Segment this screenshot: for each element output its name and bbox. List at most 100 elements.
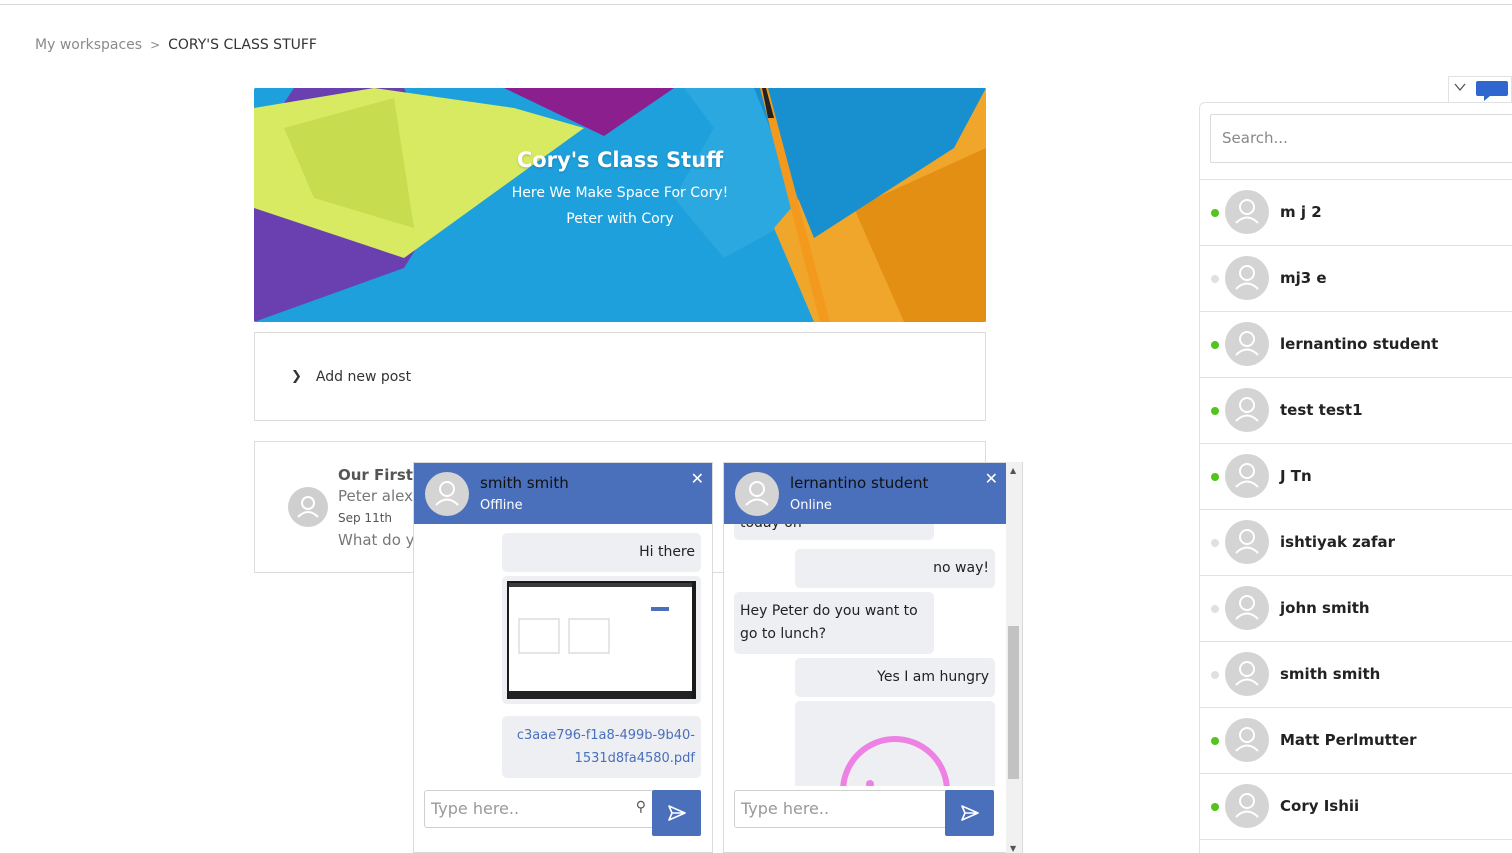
close-icon[interactable]: ✕ xyxy=(691,469,704,488)
search-placeholder: Search... xyxy=(1222,129,1288,147)
avatar xyxy=(288,487,328,527)
user-name: smith smith xyxy=(1280,665,1381,683)
user-list: m j 2 mj3 e lernantino student test test1 J … xyxy=(1200,179,1512,840)
post-date: Sep 11th xyxy=(338,511,393,525)
online-status-dot xyxy=(1211,209,1219,217)
chat-contact-name: lernantino student xyxy=(790,474,929,492)
send-icon xyxy=(667,805,686,821)
offline-status-dot xyxy=(1211,671,1219,679)
chat-message-input[interactable]: Type here.. ⚲ xyxy=(424,790,654,828)
breadcrumb-my-workspaces-link[interactable]: My workspaces xyxy=(35,37,142,53)
add-new-post-label: Add new post xyxy=(315,368,412,385)
user-list-item[interactable]: Matt Perlmutter xyxy=(1200,708,1512,774)
user-list-item[interactable]: m j 2 xyxy=(1200,180,1512,246)
workspace-title: Cory's Class Stuff xyxy=(516,148,724,172)
workspace-banner: Cory's Class Stuff Here We Make Space Fo… xyxy=(254,88,986,322)
online-status-dot xyxy=(1211,341,1219,349)
workspace-author-line: Peter with Cory xyxy=(566,211,674,227)
send-button[interactable] xyxy=(945,790,994,836)
avatar xyxy=(1225,256,1269,300)
breadcrumb: My workspaces > CORY'S CLASS STUFF xyxy=(35,37,317,53)
avatar xyxy=(735,472,779,516)
add-new-post-button[interactable]: ❯ Add new post xyxy=(254,332,986,421)
user-name: J Tn xyxy=(1280,467,1312,485)
search-input[interactable]: Search... xyxy=(1210,114,1512,163)
avatar xyxy=(1225,454,1269,498)
offline-status-dot xyxy=(1211,605,1219,613)
chat-message-line-1: Hey Peter do you want to xyxy=(740,603,918,619)
chat-message: Hi there xyxy=(502,533,701,572)
file-name-line-2: 1531d8fa4580.pdf xyxy=(574,751,695,766)
user-list-item[interactable]: john smith xyxy=(1200,576,1512,642)
chat-message-line-2: go to lunch? xyxy=(740,626,827,642)
chat-message: Hey Peter do you want to go to lunch? xyxy=(734,592,934,654)
avatar xyxy=(1225,322,1269,366)
scroll-down-icon[interactable]: ▼ xyxy=(1010,844,1016,853)
avatar xyxy=(1225,784,1269,828)
online-status-dot xyxy=(1211,803,1219,811)
chat-header: lernantino student Online ✕ xyxy=(724,463,1006,524)
post-author: Peter alex xyxy=(338,487,413,505)
chat-contact-name: smith smith xyxy=(480,474,569,492)
user-name: ishtiyak zafar xyxy=(1280,533,1396,551)
user-list-item[interactable]: lernantino student xyxy=(1200,312,1512,378)
scrollbar-thumb[interactable] xyxy=(1008,626,1019,779)
close-icon[interactable]: ✕ xyxy=(985,469,998,488)
chat-input-placeholder: Type here.. xyxy=(741,799,830,818)
user-list-item[interactable]: test test1 xyxy=(1200,378,1512,444)
image-attachment[interactable] xyxy=(502,576,701,704)
user-name: m j 2 xyxy=(1280,203,1322,221)
chat-window-smith-smith: smith smith Offline ✕ Hi there c3aae796-… xyxy=(413,462,713,853)
online-status-dot xyxy=(1211,407,1219,415)
user-name: test test1 xyxy=(1280,401,1363,419)
user-name: mj3 e xyxy=(1280,269,1327,287)
online-status-dot xyxy=(1211,737,1219,745)
tag-icon[interactable]: ⚲ xyxy=(636,799,646,815)
chat-message: today on xyxy=(734,524,934,540)
chat-input-placeholder: Type here.. xyxy=(431,799,520,818)
user-list-item[interactable]: mj3 e xyxy=(1200,246,1512,312)
user-name: Matt Perlmutter xyxy=(1280,731,1417,749)
chat-message: Yes I am hungry xyxy=(795,658,995,697)
avatar xyxy=(1225,652,1269,696)
user-name: Cory Ishii xyxy=(1280,797,1360,815)
contacts-panel: Search... m j 2 mj3 e lernantino student te… xyxy=(1199,102,1512,853)
online-status-dot xyxy=(1211,473,1219,481)
user-list-item[interactable]: J Tn xyxy=(1200,444,1512,510)
file-attachment-link[interactable]: c3aae796-f1a8-499b-9b40- 1531d8fa4580.pd… xyxy=(502,716,701,778)
file-name-line-1: c3aae796-f1a8-499b-9b40- xyxy=(516,728,695,743)
avatar xyxy=(1225,520,1269,564)
chat-window-lernantino-student: lernantino student Online ✕ today on no … xyxy=(723,462,1023,853)
user-list-item[interactable]: smith smith xyxy=(1200,642,1512,708)
chat-contact-status: Online xyxy=(790,498,832,513)
post-title: Our First I xyxy=(338,466,424,484)
avatar xyxy=(1225,388,1269,432)
banner-text: Cory's Class Stuff Here We Make Space Fo… xyxy=(254,88,986,322)
breadcrumb-separator: > xyxy=(150,38,161,52)
top-divider xyxy=(0,4,1512,5)
chat-messages[interactable]: Hi there c3aae796-f1a8-499b-9b40- 1531d8… xyxy=(414,524,712,786)
user-name: john smith xyxy=(1280,599,1370,617)
avatar xyxy=(1225,190,1269,234)
offline-status-dot xyxy=(1211,275,1219,283)
user-list-item[interactable]: ishtiyak zafar xyxy=(1200,510,1512,576)
send-icon xyxy=(960,805,979,821)
chat-panel-toggle[interactable] xyxy=(1448,76,1512,103)
user-name: lernantino student xyxy=(1280,335,1439,353)
avatar xyxy=(1225,718,1269,762)
avatar xyxy=(1225,586,1269,630)
user-list-item[interactable]: Cory Ishii xyxy=(1200,774,1512,840)
scroll-up-icon[interactable]: ▲ xyxy=(1010,466,1016,475)
chat-header: smith smith Offline ✕ xyxy=(414,463,712,524)
chevron-right-icon: ❯ xyxy=(291,369,302,384)
chat-contact-status: Offline xyxy=(480,498,523,513)
chat-scrollbar[interactable]: ▲ ▼ xyxy=(1006,462,1022,853)
workspace-subtitle: Here We Make Space For Cory! xyxy=(511,185,729,201)
chat-message-input[interactable]: Type here.. ⚲ xyxy=(734,790,964,828)
image-attachment[interactable] xyxy=(795,701,995,786)
chat-message: no way! xyxy=(795,549,995,588)
breadcrumb-current: CORY'S CLASS STUFF xyxy=(168,37,317,53)
chat-messages[interactable]: today on no way! Hey Peter do you want t… xyxy=(724,524,1006,786)
send-button[interactable] xyxy=(652,790,701,836)
post-body: What do y xyxy=(338,531,415,549)
